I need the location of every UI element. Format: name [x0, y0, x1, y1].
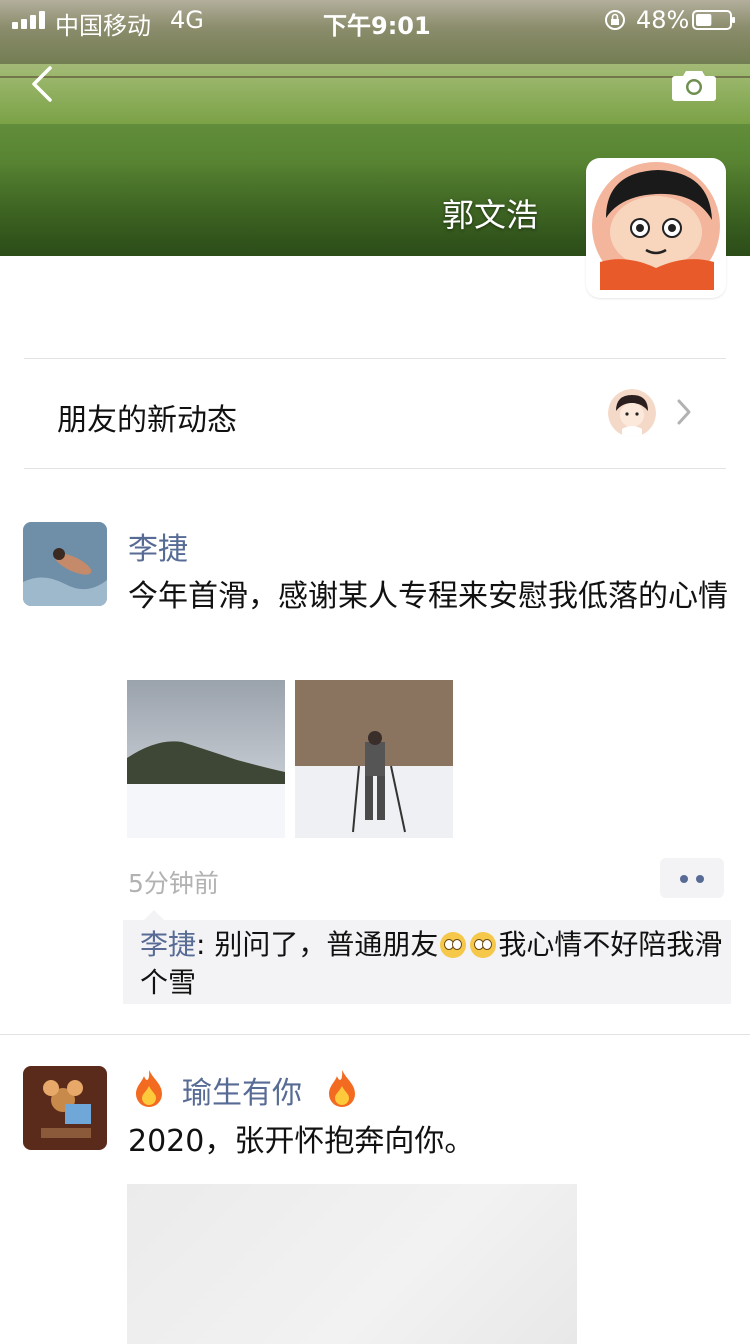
post-author-avatar[interactable] [23, 1066, 107, 1150]
status-bar: 中国移动 4G 下午9:01 48% [0, 0, 750, 40]
battery-percent: 48% [636, 6, 690, 34]
post-image[interactable] [127, 1184, 577, 1344]
back-icon[interactable] [28, 64, 56, 104]
post-author-name[interactable]: 瑜生有你 [182, 1068, 302, 1112]
network-label: 4G [170, 6, 204, 34]
orientation-lock-icon [605, 10, 625, 30]
cover-field [0, 64, 750, 124]
post-text: 2020，张开怀抱奔向你。 [128, 1124, 475, 1159]
friend-avatar [608, 389, 656, 437]
comment-pointer [144, 910, 164, 920]
profile-avatar[interactable] [586, 158, 726, 298]
cartoon-avatar-icon [592, 162, 720, 290]
chevron-right-icon [677, 399, 691, 425]
divider [24, 468, 726, 469]
camera-icon[interactable] [672, 68, 716, 102]
post-divider [0, 1034, 750, 1035]
more-actions-button[interactable] [660, 858, 724, 898]
battery-icon [692, 10, 735, 30]
carrier-label: 中国移动 [55, 12, 151, 40]
friends-updates-row[interactable]: 朋友的新动态 [24, 359, 726, 469]
fire-icon [329, 1070, 355, 1107]
post-image[interactable] [127, 680, 285, 838]
dot-icon [696, 875, 704, 883]
mountain-snow-photo-icon [127, 680, 285, 838]
clock: 下午9:01 [323, 12, 431, 40]
dot-icon [680, 875, 688, 883]
post-text: 今年首滑，感谢某人专程来安慰我低落的心情 [128, 579, 728, 614]
post-author-name[interactable]: 李捷 [128, 524, 188, 568]
skier-photo-icon [295, 680, 453, 838]
signal-icon [12, 11, 45, 29]
post-timestamp: 5分钟前 [128, 869, 219, 898]
swimmer-avatar-icon [23, 522, 107, 606]
post-author-avatar[interactable] [23, 522, 107, 606]
flushed-emoji-icon [470, 932, 497, 958]
cover-fence [0, 76, 750, 78]
fire-icon [136, 1070, 162, 1107]
jerry-mouse-avatar-icon [23, 1066, 107, 1150]
profile-name: 郭文浩 [441, 196, 538, 234]
girl-avatar-icon [608, 389, 656, 437]
flushed-emoji-icon [440, 932, 467, 958]
comment-text-part: 别问了，普通朋友 [205, 928, 439, 961]
comment[interactable]: 李捷: 别问了，普通朋友 我心情不好陪我滑个雪 [140, 926, 728, 1002]
post-image[interactable] [295, 680, 453, 838]
friends-updates-label: 朋友的新动态 [57, 403, 237, 438]
comment-author[interactable]: 李捷 [140, 928, 196, 961]
